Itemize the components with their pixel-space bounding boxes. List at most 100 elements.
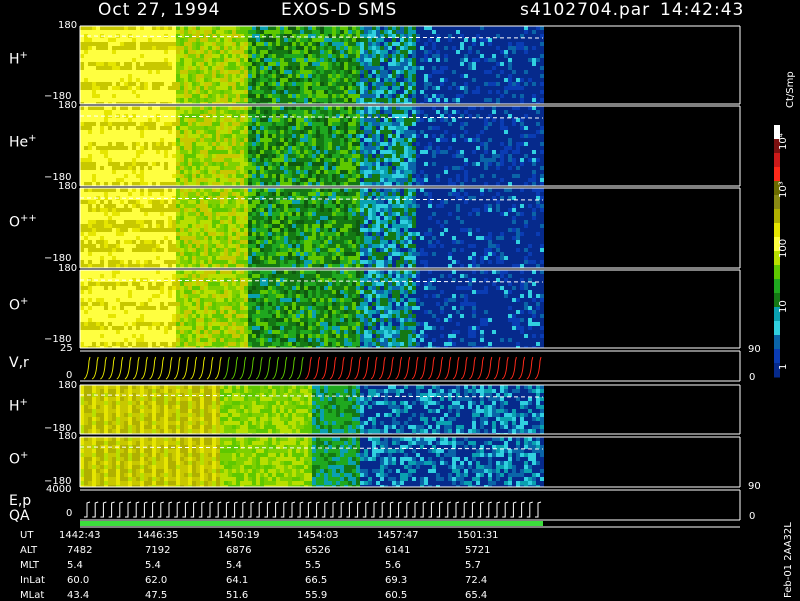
heat-cell bbox=[508, 30, 512, 34]
heat-cell bbox=[112, 204, 116, 208]
heat-cell bbox=[280, 154, 284, 158]
heat-cell bbox=[260, 42, 264, 46]
heat-cell bbox=[312, 90, 316, 94]
heat-cell bbox=[116, 110, 120, 114]
heat-cell bbox=[224, 78, 228, 82]
heat-cell bbox=[416, 142, 420, 146]
heat-cell bbox=[80, 182, 84, 186]
heat-cell bbox=[120, 228, 124, 232]
heat-cell bbox=[492, 66, 496, 70]
heat-cell bbox=[192, 110, 196, 114]
heat-cell bbox=[360, 66, 364, 70]
heat-cell bbox=[360, 130, 364, 134]
heat-cell bbox=[228, 146, 232, 150]
heat-cell bbox=[280, 138, 284, 142]
heat-cell bbox=[116, 138, 120, 142]
heat-cell bbox=[232, 130, 236, 134]
heat-cell bbox=[460, 150, 464, 154]
heat-cell bbox=[184, 42, 188, 46]
heat-cell bbox=[212, 66, 216, 70]
heat-cell bbox=[240, 46, 244, 50]
heat-cell bbox=[236, 146, 240, 150]
heat-cell bbox=[480, 70, 484, 74]
heat-cell bbox=[92, 118, 96, 122]
heat-cell bbox=[340, 154, 344, 158]
heat-cell bbox=[528, 70, 532, 74]
heat-cell bbox=[88, 192, 92, 196]
heat-cell bbox=[284, 178, 288, 182]
heat-cell bbox=[468, 158, 472, 162]
heat-cell bbox=[452, 158, 456, 162]
heat-cell bbox=[296, 58, 300, 62]
heat-cell bbox=[460, 98, 464, 102]
heat-cell bbox=[484, 78, 488, 82]
heat-cell bbox=[324, 150, 328, 154]
heat-cell bbox=[160, 50, 164, 54]
heat-cell bbox=[344, 50, 348, 54]
heat-cell bbox=[452, 182, 456, 186]
heat-cell bbox=[112, 54, 116, 58]
heat-cell bbox=[456, 74, 460, 78]
heat-cell bbox=[416, 42, 420, 46]
heat-cell bbox=[516, 38, 520, 42]
heat-cell bbox=[436, 38, 440, 42]
heat-cell bbox=[328, 170, 332, 174]
heat-cell bbox=[140, 162, 144, 166]
heat-cell bbox=[388, 46, 392, 50]
heat-cell bbox=[100, 220, 104, 224]
heat-cell bbox=[500, 42, 504, 46]
heat-cell bbox=[272, 162, 276, 166]
heat-cell bbox=[248, 122, 252, 126]
heat-cell bbox=[108, 150, 112, 154]
heat-cell bbox=[176, 30, 180, 34]
heat-cell bbox=[536, 130, 540, 134]
heat-cell bbox=[504, 122, 508, 126]
heat-cell bbox=[164, 182, 168, 186]
heat-cell bbox=[296, 50, 300, 54]
heat-cell bbox=[340, 98, 344, 102]
heat-cell bbox=[172, 62, 176, 66]
heat-cell bbox=[424, 70, 428, 74]
heat-cell bbox=[308, 26, 312, 30]
heat-cell bbox=[116, 82, 120, 86]
heat-cell bbox=[112, 86, 116, 90]
heat-cell bbox=[180, 162, 184, 166]
heat-cell bbox=[184, 126, 188, 130]
heat-cell bbox=[112, 38, 116, 42]
heat-cell bbox=[460, 54, 464, 58]
heat-cell bbox=[208, 58, 212, 62]
heat-cell bbox=[200, 78, 204, 82]
heat-cell bbox=[108, 232, 112, 236]
heat-cell bbox=[332, 82, 336, 86]
heat-cell bbox=[332, 178, 336, 182]
heat-cell bbox=[348, 38, 352, 42]
heat-cell bbox=[200, 126, 204, 130]
heat-cell bbox=[296, 130, 300, 134]
heat-cell bbox=[136, 228, 140, 232]
heat-cell bbox=[204, 106, 208, 110]
heat-cell bbox=[192, 150, 196, 154]
heat-cell bbox=[292, 86, 296, 90]
heat-cell bbox=[396, 38, 400, 42]
heat-cell bbox=[240, 126, 244, 130]
heat-cell bbox=[396, 122, 400, 126]
heat-cell bbox=[112, 178, 116, 182]
heat-cell bbox=[448, 154, 452, 158]
heat-cell bbox=[192, 62, 196, 66]
heat-cell bbox=[80, 50, 84, 54]
heat-cell bbox=[208, 50, 212, 54]
heat-cell bbox=[256, 54, 260, 58]
heat-cell bbox=[132, 50, 136, 54]
heat-cell bbox=[488, 58, 492, 62]
heat-cell bbox=[104, 256, 108, 260]
heat-cell bbox=[84, 240, 88, 244]
heat-cell bbox=[180, 146, 184, 150]
heat-cell bbox=[440, 74, 444, 78]
heat-cell bbox=[216, 78, 220, 82]
heat-cell bbox=[260, 98, 264, 102]
heat-cell bbox=[216, 150, 220, 154]
heat-cell bbox=[336, 42, 340, 46]
heat-cell bbox=[492, 26, 496, 30]
heat-cell bbox=[276, 42, 280, 46]
heat-cell bbox=[444, 166, 448, 170]
